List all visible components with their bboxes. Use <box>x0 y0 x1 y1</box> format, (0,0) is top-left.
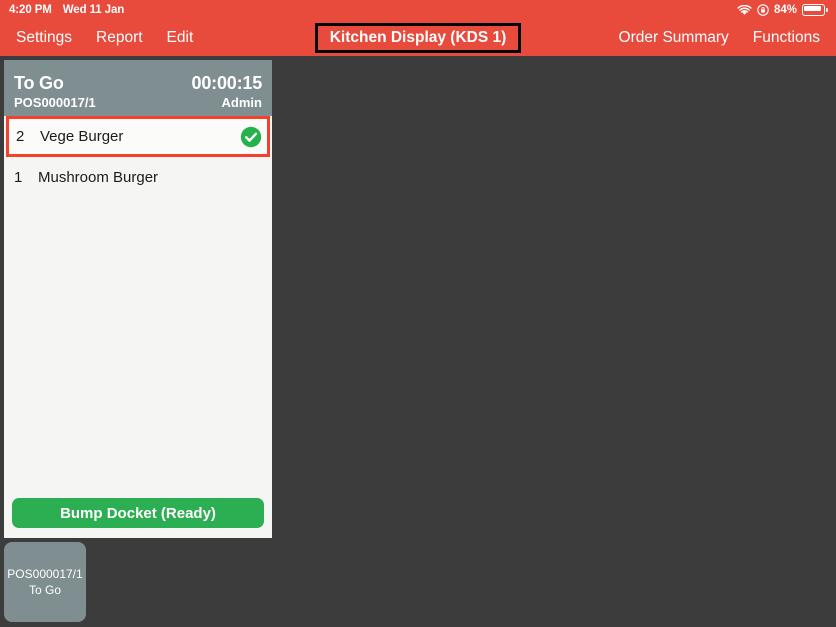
docket-order-type: To Go <box>14 72 64 93</box>
kds-screen: 4:20 PM Wed 11 Jan 84% Settings Report E… <box>0 0 836 627</box>
wifi-icon <box>737 4 752 16</box>
docket-header-top-row: To Go 00:00:15 <box>14 73 262 94</box>
ios-status-bar: 4:20 PM Wed 11 Jan 84% <box>0 0 836 20</box>
top-navigation-bar: Settings Report Edit Order Summary Funct… <box>0 20 836 56</box>
docket-header: To Go 00:00:15 POS000017/1 Admin <box>4 60 272 116</box>
battery-percent-label: 84% <box>773 4 797 16</box>
status-bar-time: 4:20 PM <box>9 4 52 16</box>
docket-user: Admin <box>221 94 262 110</box>
docket-timer: 00:00:15 <box>191 72 263 93</box>
docket-item-row[interactable]: 1 Mushroom Burger <box>4 157 272 198</box>
item-quantity: 1 <box>14 169 23 186</box>
docket-tray: POS000017/1 To Go <box>4 542 836 624</box>
rotation-lock-icon <box>757 4 769 16</box>
nav-item-edit[interactable]: Edit <box>167 29 194 47</box>
nav-right-group: Order Summary Functions <box>619 29 836 47</box>
docket-item-list: 2 Vege Burger 1 Mushroom Burger <box>4 116 272 492</box>
docket-item-row[interactable]: 2 Vege Burger <box>6 116 270 157</box>
nav-item-functions[interactable]: Functions <box>753 29 820 47</box>
item-quantity: 2 <box>16 128 25 145</box>
status-bar-left: 4:20 PM Wed 11 Jan <box>0 4 124 16</box>
status-bar-date: Wed 11 Jan <box>62 4 125 16</box>
item-ready-check-icon[interactable] <box>240 126 262 148</box>
item-name: Mushroom Burger <box>38 169 159 186</box>
nav-left-group: Settings Report Edit <box>0 29 193 47</box>
item-name: Vege Burger <box>40 128 124 145</box>
nav-item-report[interactable]: Report <box>96 29 143 47</box>
page-title[interactable]: Kitchen Display (KDS 1) <box>314 23 522 53</box>
tray-tile-order-number: POS000017/1 <box>7 566 83 581</box>
nav-item-order-summary[interactable]: Order Summary <box>619 29 729 47</box>
docket-footer: Bump Docket (Ready) <box>4 492 272 538</box>
status-bar-right: 84% <box>737 4 836 16</box>
nav-item-settings[interactable]: Settings <box>16 29 72 47</box>
tray-tile-order-type: To Go <box>28 583 61 597</box>
docket-card[interactable]: To Go 00:00:15 POS000017/1 Admin 2 Vege … <box>4 60 272 538</box>
bump-docket-button[interactable]: Bump Docket (Ready) <box>12 498 264 528</box>
tray-tile-docket[interactable]: POS000017/1 To Go <box>4 542 86 622</box>
docket-header-bottom-row: POS000017/1 Admin <box>14 95 262 110</box>
battery-icon <box>802 4 828 16</box>
docket-order-number: POS000017/1 <box>14 94 96 110</box>
